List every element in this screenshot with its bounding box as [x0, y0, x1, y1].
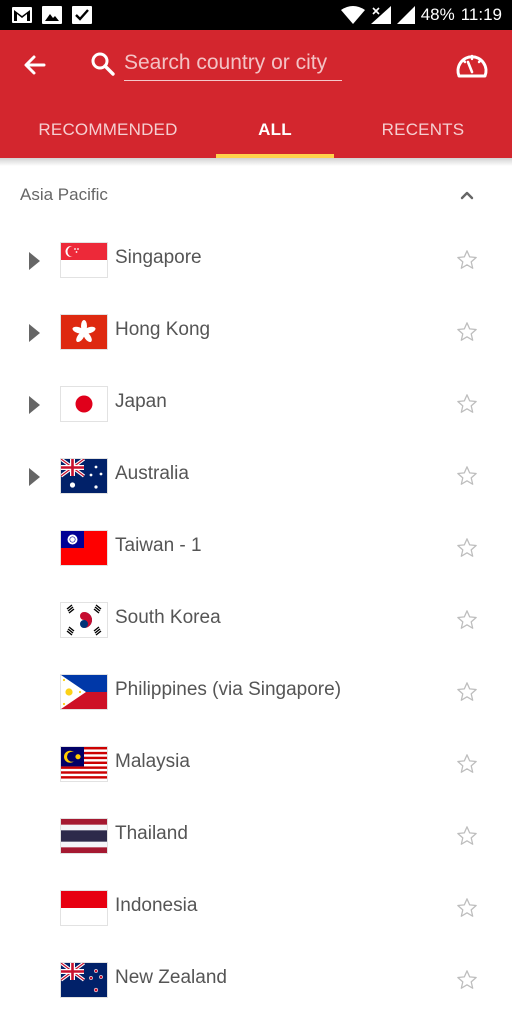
- expand-arrow-icon[interactable]: [24, 249, 44, 273]
- list-item[interactable]: Australia: [0, 441, 512, 513]
- status-bar: 48% 11:19: [0, 0, 512, 30]
- flag-indonesia-icon: [60, 890, 108, 926]
- list-item[interactable]: Philippines (via Singapore): [0, 657, 512, 729]
- arrow-left-icon: [24, 55, 46, 75]
- list-item[interactable]: Thailand: [0, 801, 512, 873]
- expand-arrow-icon[interactable]: [24, 321, 44, 345]
- country-name: Indonesia: [115, 895, 198, 916]
- region-title: Asia Pacific: [20, 185, 108, 204]
- list-item[interactable]: Singapore: [0, 225, 512, 297]
- list-item[interactable]: Taiwan - 1: [0, 513, 512, 585]
- tab-all[interactable]: ALL: [216, 102, 334, 158]
- battery-percent: 48%: [420, 5, 455, 24]
- list-item[interactable]: New Zealand: [0, 945, 512, 1017]
- favorite-star-icon[interactable]: [456, 609, 478, 631]
- image-icon: [42, 6, 62, 24]
- favorite-star-icon[interactable]: [456, 321, 478, 343]
- flag-philippines-icon: [60, 674, 108, 710]
- region-header-asia-pacific[interactable]: Asia Pacific: [0, 170, 512, 220]
- flag-hong-kong-icon: [60, 314, 108, 350]
- expand-arrow-icon[interactable]: [24, 465, 44, 489]
- list-item[interactable]: Japan: [0, 369, 512, 441]
- speed-test-button[interactable]: [452, 48, 492, 82]
- country-name: Taiwan - 1: [115, 535, 202, 556]
- clock: 11:19: [460, 5, 502, 24]
- flag-new-zealand-icon: [60, 962, 108, 998]
- chevron-up-icon: [460, 191, 474, 200]
- country-name: New Zealand: [115, 967, 227, 988]
- expand-arrow-icon[interactable]: [24, 393, 44, 417]
- country-name: Hong Kong: [115, 319, 211, 340]
- search-box: [90, 46, 342, 84]
- list-item[interactable]: Indonesia: [0, 873, 512, 945]
- favorite-star-icon[interactable]: [456, 249, 478, 271]
- list-item[interactable]: Hong Kong: [0, 297, 512, 369]
- flag-thailand-icon: [60, 818, 108, 854]
- country-name: Malaysia: [115, 751, 190, 772]
- tab-bar: RECOMMENDED ALL RECENTS: [0, 102, 512, 158]
- signal-icon: [370, 6, 391, 24]
- favorite-star-icon[interactable]: [456, 393, 478, 415]
- list-item[interactable]: South Korea: [0, 585, 512, 657]
- wifi-icon: [340, 6, 365, 24]
- back-button[interactable]: [18, 48, 52, 82]
- country-name: Singapore: [115, 247, 202, 268]
- tab-recents[interactable]: RECENTS: [334, 102, 512, 158]
- favorite-star-icon[interactable]: [456, 681, 478, 703]
- toolbar: [0, 30, 512, 100]
- country-list: Singapore Hong Kong Japan Australia Taiw…: [0, 225, 512, 1017]
- favorite-star-icon[interactable]: [456, 753, 478, 775]
- app-bar-shadow: [0, 158, 512, 166]
- flag-japan-icon: [60, 386, 108, 422]
- system-status: 48% 11:19: [340, 5, 512, 25]
- flag-taiwan-icon: [60, 530, 108, 566]
- search-input[interactable]: [124, 46, 342, 81]
- country-name: Japan: [115, 391, 167, 412]
- list-item[interactable]: Malaysia: [0, 729, 512, 801]
- flag-malaysia-icon: [60, 746, 108, 782]
- signal-bars-icon: [396, 6, 415, 24]
- country-name: South Korea: [115, 607, 221, 628]
- tab-recommended[interactable]: RECOMMENDED: [0, 102, 216, 158]
- favorite-star-icon[interactable]: [456, 465, 478, 487]
- search-icon: [91, 52, 115, 76]
- country-name: Thailand: [115, 823, 188, 844]
- flag-australia-icon: [60, 458, 108, 494]
- notification-icons: [0, 6, 92, 24]
- favorite-star-icon[interactable]: [456, 897, 478, 919]
- app-bar: RECOMMENDED ALL RECENTS: [0, 30, 512, 158]
- favorite-star-icon[interactable]: [456, 969, 478, 991]
- country-name: Philippines (via Singapore): [115, 679, 342, 700]
- flag-singapore-icon: [60, 242, 108, 278]
- flag-south-korea-icon: [60, 602, 108, 638]
- gmail-icon: [12, 7, 32, 23]
- favorite-star-icon[interactable]: [456, 537, 478, 559]
- favorite-star-icon[interactable]: [456, 825, 478, 847]
- country-name: Australia: [115, 463, 189, 484]
- checklist-icon: [72, 6, 92, 24]
- speedometer-icon: [456, 54, 488, 78]
